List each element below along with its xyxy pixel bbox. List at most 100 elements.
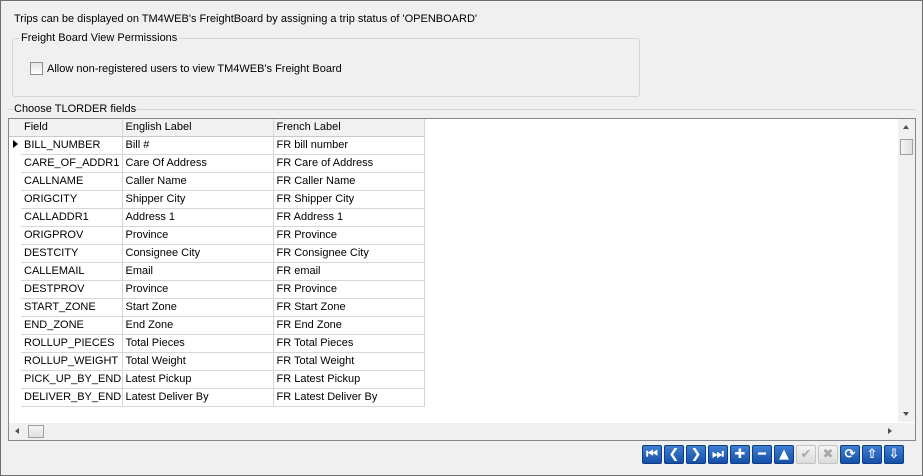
table-row[interactable]: PICK_UP_BY_END Latest Pickup FR Latest Pic… [9, 370, 425, 389]
french-label-cell[interactable]: FR Province [273, 280, 425, 299]
english-label-cell[interactable]: End Zone [122, 316, 274, 335]
english-label-cell[interactable]: Shipper City [122, 190, 274, 209]
field-cell[interactable]: DESTPROV [21, 280, 123, 299]
english-label-cell[interactable]: Bill # [122, 136, 274, 155]
french-label-cell[interactable]: FR Province [273, 226, 425, 245]
french-label-cell[interactable]: FR Care of Address [273, 154, 425, 173]
scroll-up-button[interactable] [898, 119, 915, 136]
next-record-icon: ❯ [690, 447, 702, 462]
table-row[interactable]: CARE_OF_ADDR1 Care Of Address FR Care of A… [9, 154, 425, 173]
table-row[interactable]: ROLLUP_PIECES Total Pieces FR Total Pieces [9, 334, 425, 353]
english-label-cell[interactable]: Caller Name [122, 172, 274, 191]
delete-record-icon: ━ [758, 447, 766, 462]
vertical-scrollbar[interactable] [898, 119, 915, 422]
french-label-cell[interactable]: FR Consignee City [273, 244, 425, 263]
post-record-button[interactable]: ✔ [796, 445, 816, 464]
french-label-cell[interactable]: FR Caller Name [273, 172, 425, 191]
column-header-french-label[interactable]: French Label [273, 119, 425, 137]
move-up-button[interactable]: ⇧ [862, 445, 882, 464]
last-record-button[interactable]: ⏭ [708, 445, 728, 464]
field-cell[interactable]: CARE_OF_ADDR1 [21, 154, 123, 173]
english-label-cell[interactable]: Care Of Address [122, 154, 274, 173]
scroll-right-button[interactable] [881, 423, 898, 440]
french-label-cell[interactable]: FR bill number [273, 136, 425, 155]
field-cell[interactable]: ROLLUP_PIECES [21, 334, 123, 353]
allow-non-registered-checkbox[interactable] [30, 62, 43, 75]
tlorder-fields-title: Choose TLORDER fields [13, 103, 138, 115]
french-label-cell[interactable]: FR Total Pieces [273, 334, 425, 353]
english-label-cell[interactable]: Consignee City [122, 244, 274, 263]
scroll-left-button[interactable] [9, 423, 26, 440]
row-indicator [9, 352, 21, 371]
french-label-cell[interactable]: FR Total Weight [273, 352, 425, 371]
english-label-cell[interactable]: Total Weight [122, 352, 274, 371]
refresh-button[interactable]: ⟳ [840, 445, 860, 464]
row-indicator [9, 244, 21, 263]
table-row[interactable]: ROLLUP_WEIGHT Total Weight FR Total Weight [9, 352, 425, 371]
english-label-cell[interactable]: Latest Deliver By [122, 388, 274, 407]
table-row[interactable]: CALLADDR1 Address 1 FR Address 1 [9, 208, 425, 227]
prior-record-button[interactable]: ❮ [664, 445, 684, 464]
horizontal-scroll-thumb[interactable] [28, 425, 44, 438]
refresh-icon: ⟳ [844, 447, 856, 462]
column-header-field[interactable]: Field [21, 119, 123, 137]
scroll-down-arrow-icon [903, 412, 909, 416]
move-down-button[interactable]: ⇩ [884, 445, 904, 464]
field-cell[interactable]: START_ZONE [21, 298, 123, 317]
field-cell[interactable]: END_ZONE [21, 316, 123, 335]
field-cell[interactable]: ORIGCITY [21, 190, 123, 209]
edit-record-button[interactable]: ▲ [774, 445, 794, 464]
info-text: Trips can be displayed on TM4WEB's Freig… [14, 13, 477, 25]
french-label-cell[interactable]: FR email [273, 262, 425, 281]
next-record-button[interactable]: ❯ [686, 445, 706, 464]
french-label-cell[interactable]: FR Start Zone [273, 298, 425, 317]
column-header-english-label[interactable]: English Label [122, 119, 274, 137]
english-label-cell[interactable]: Start Zone [122, 298, 274, 317]
table-row[interactable]: END_ZONE End Zone FR End Zone [9, 316, 425, 335]
english-label-cell[interactable]: Email [122, 262, 274, 281]
first-record-button[interactable]: ⏮ [642, 445, 662, 464]
english-label-cell[interactable]: Province [122, 226, 274, 245]
french-label-cell[interactable]: FR Latest Deliver By [273, 388, 425, 407]
horizontal-scrollbar[interactable] [9, 423, 898, 440]
permissions-group-title: Freight Board View Permissions [19, 32, 180, 44]
insert-record-button[interactable]: ✚ [730, 445, 750, 464]
field-cell[interactable]: ORIGPROV [21, 226, 123, 245]
table-row[interactable]: BILL_NUMBER Bill # FR bill number [9, 136, 425, 155]
french-label-cell[interactable]: FR Latest Pickup [273, 370, 425, 389]
field-cell[interactable]: ROLLUP_WEIGHT [21, 352, 123, 371]
field-cell[interactable]: DELIVER_BY_END [21, 388, 123, 407]
field-cell[interactable]: DESTCITY [21, 244, 123, 263]
french-label-cell[interactable]: FR Shipper City [273, 190, 425, 209]
field-cell[interactable]: CALLNAME [21, 172, 123, 191]
french-label-cell[interactable]: FR Address 1 [273, 208, 425, 227]
english-label-cell[interactable]: Address 1 [122, 208, 274, 227]
row-indicator [9, 226, 21, 245]
row-indicator [9, 262, 21, 281]
table-row[interactable]: DELIVER_BY_END Latest Deliver By FR Latest… [9, 388, 425, 407]
field-cell[interactable]: CALLEMAIL [21, 262, 123, 281]
post-record-icon: ✔ [800, 447, 812, 462]
fields-grid[interactable]: Field English Label French Label BILL_NU… [8, 118, 916, 441]
field-cell[interactable]: BILL_NUMBER [21, 136, 123, 155]
table-row[interactable]: ORIGCITY Shipper City FR Shipper City [9, 190, 425, 209]
english-label-cell[interactable]: Latest Pickup [122, 370, 274, 389]
row-indicator [9, 190, 21, 209]
cancel-record-button[interactable]: ✖ [818, 445, 838, 464]
table-row[interactable]: START_ZONE Start Zone FR Start Zone [9, 298, 425, 317]
table-row[interactable]: DESTCITY Consignee City FR Consignee City [9, 244, 425, 263]
french-label-cell[interactable]: FR End Zone [273, 316, 425, 335]
english-label-cell[interactable]: Province [122, 280, 274, 299]
allow-non-registered-checkbox-row[interactable]: Allow non-registered users to view TM4WE… [30, 62, 342, 75]
field-cell[interactable]: PICK_UP_BY_END [21, 370, 123, 389]
table-row[interactable]: DESTPROV Province FR Province [9, 280, 425, 299]
table-row[interactable]: CALLNAME Caller Name FR Caller Name [9, 172, 425, 191]
delete-record-button[interactable]: ━ [752, 445, 772, 464]
english-label-cell[interactable]: Total Pieces [122, 334, 274, 353]
vertical-scroll-thumb[interactable] [900, 139, 913, 155]
scroll-down-button[interactable] [898, 405, 915, 422]
current-row-arrow-icon [13, 140, 18, 149]
table-row[interactable]: ORIGPROV Province FR Province [9, 226, 425, 245]
field-cell[interactable]: CALLADDR1 [21, 208, 123, 227]
table-row[interactable]: CALLEMAIL Email FR email [9, 262, 425, 281]
